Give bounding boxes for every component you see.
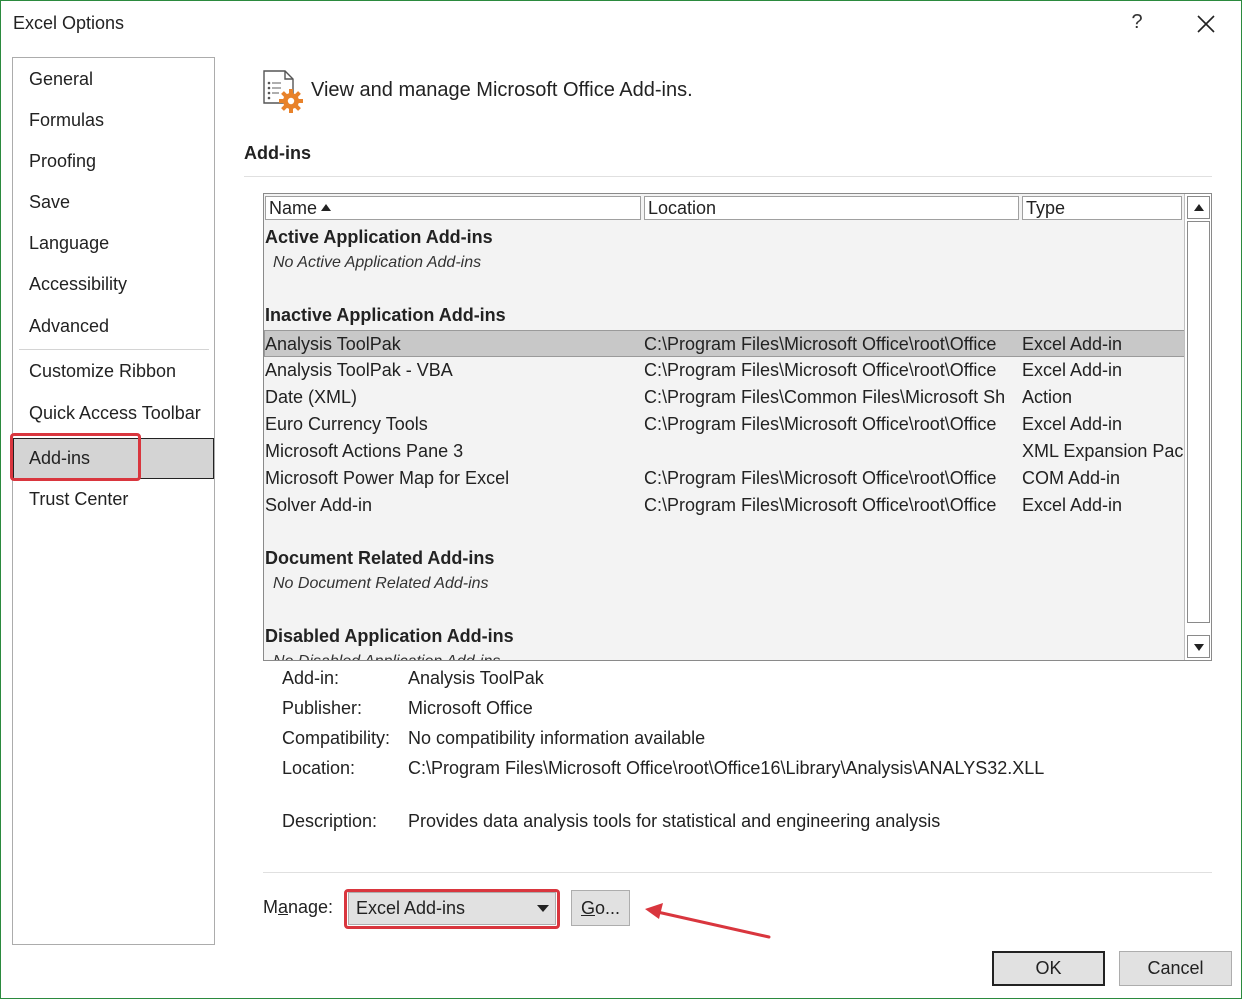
row-name: Microsoft Actions Pane 3 xyxy=(265,441,464,461)
sidebar-item-general[interactable]: General xyxy=(13,59,214,99)
scroll-thumb[interactable] xyxy=(1187,221,1210,623)
sidebar-item-language[interactable]: Language xyxy=(13,223,214,263)
table-row[interactable]: Solver Add-in C:\Program Files\Microsoft… xyxy=(264,492,1185,519)
group-title-active: Active Application Add-ins xyxy=(265,227,493,247)
row-type: Action xyxy=(1022,387,1073,407)
close-icon[interactable] xyxy=(1191,9,1221,39)
sidebar-item-trust-center[interactable]: Trust Center xyxy=(13,479,214,519)
sidebar-item-save[interactable]: Save xyxy=(13,182,214,222)
row-name: Microsoft Power Map for Excel xyxy=(265,468,510,488)
sidebar-divider xyxy=(19,349,209,350)
table-row[interactable]: Analysis ToolPak C:\Program Files\Micros… xyxy=(264,330,1185,357)
manage-label-accel: a xyxy=(278,897,289,917)
sidebar-item-quick-access-toolbar[interactable]: Quick Access Toolbar xyxy=(13,393,214,433)
add-ins-list[interactable]: Name Location Type Active Application Ad… xyxy=(263,193,1212,661)
row-name: Analysis ToolPak xyxy=(265,334,401,354)
row-location: C:\Program Files\Common Files\Microsoft … xyxy=(644,387,1006,407)
row-type: Excel Add-in xyxy=(1022,360,1123,380)
manage-label: Manage: xyxy=(263,897,333,918)
scroll-down-button[interactable] xyxy=(1187,635,1210,658)
red-arrow-annotation xyxy=(645,903,771,939)
detail-addin-value: Analysis ToolPak xyxy=(408,668,544,688)
row-name: Date (XML) xyxy=(265,387,358,407)
manage-divider xyxy=(263,872,1212,873)
sidebar-item-advanced[interactable]: Advanced xyxy=(13,306,214,346)
table-row[interactable]: Microsoft Power Map for Excel C:\Program… xyxy=(264,465,1185,492)
detail-compatibility-value: No compatibility information available xyxy=(408,728,706,748)
group-empty-disabled: No Disabled Application Add-ins xyxy=(273,653,500,660)
row-name: Euro Currency Tools xyxy=(265,414,428,434)
group-empty-document: No Document Related Add-ins xyxy=(273,575,489,592)
sidebar: General Formulas Proofing Save Language … xyxy=(12,57,215,945)
detail-publisher-label: Publisher: xyxy=(282,698,363,718)
detail-location-value: C:\Program Files\Microsoft Office\root\O… xyxy=(408,758,1045,778)
sidebar-item-accessibility[interactable]: Accessibility xyxy=(13,264,214,304)
row-type: Excel Add-in xyxy=(1022,334,1123,354)
window-title: Excel Options xyxy=(13,13,125,33)
row-name: Solver Add-in xyxy=(265,495,373,515)
row-location: C:\Program Files\Microsoft Office\root\O… xyxy=(644,360,997,380)
go-button-accel: G xyxy=(580,898,595,918)
row-type: Excel Add-in xyxy=(1022,414,1123,434)
detail-description-value: Provides data analysis tools for statist… xyxy=(408,811,941,831)
excel-options-dialog: Excel Options ? General Formulas Proofin… xyxy=(0,0,1242,999)
dialog-body: General Formulas Proofing Save Language … xyxy=(1,45,1241,998)
detail-addin-label: Add-in: xyxy=(282,668,340,688)
manage-label-post: nage: xyxy=(288,897,334,917)
column-header-location[interactable]: Location xyxy=(644,196,1019,220)
help-button[interactable]: ? xyxy=(1125,11,1149,37)
table-row[interactable]: Analysis ToolPak - VBA C:\Program Files\… xyxy=(264,357,1185,384)
cancel-button[interactable]: Cancel xyxy=(1119,951,1232,986)
column-header-type[interactable]: Type xyxy=(1022,196,1182,220)
chevron-down-icon xyxy=(1194,644,1204,651)
table-row[interactable]: Microsoft Actions Pane 3 XML Expansion P… xyxy=(264,438,1187,465)
sidebar-item-formulas[interactable]: Formulas xyxy=(13,100,214,140)
title-bar: Excel Options ? xyxy=(1,1,1241,45)
row-type: Excel Add-in xyxy=(1022,495,1123,515)
add-ins-highlight xyxy=(10,433,141,481)
table-row[interactable]: Date (XML) C:\Program Files\Common Files… xyxy=(264,384,1185,411)
detail-description-label: Description: xyxy=(282,811,378,831)
scroll-up-button[interactable] xyxy=(1187,196,1210,219)
sidebar-item-proofing[interactable]: Proofing xyxy=(13,141,214,181)
row-type: COM Add-in xyxy=(1022,468,1121,488)
group-title-document: Document Related Add-ins xyxy=(265,548,495,568)
row-location: C:\Program Files\Microsoft Office\root\O… xyxy=(644,468,997,488)
row-name: Analysis ToolPak - VBA xyxy=(265,360,453,380)
group-title-disabled: Disabled Application Add-ins xyxy=(265,626,514,646)
list-scrollbar[interactable] xyxy=(1184,194,1211,660)
group-title-inactive: Inactive Application Add-ins xyxy=(265,305,506,325)
go-button[interactable]: Go... xyxy=(571,890,630,926)
row-type: XML Expansion Pack xyxy=(1022,441,1187,461)
sort-ascending-icon xyxy=(321,204,332,211)
row-location: C:\Program Files\Microsoft Office\root\O… xyxy=(644,414,997,434)
add-ins-gear-icon xyxy=(261,69,307,115)
column-header-name[interactable]: Name xyxy=(265,196,641,220)
column-header-name-label: Name xyxy=(269,198,318,218)
detail-location-label: Location: xyxy=(282,758,356,778)
section-title: Add-ins xyxy=(244,143,311,163)
section-divider xyxy=(244,176,1212,177)
row-location: C:\Program Files\Microsoft Office\root\O… xyxy=(644,334,997,354)
row-location: C:\Program Files\Microsoft Office\root\O… xyxy=(644,495,997,515)
ok-button[interactable]: OK xyxy=(992,951,1105,986)
manage-dropdown-highlight xyxy=(344,889,560,929)
go-button-rest: o... xyxy=(595,898,621,918)
manage-label-pre: M xyxy=(263,897,278,917)
group-empty-active: No Active Application Add-ins xyxy=(273,254,482,271)
chevron-up-icon xyxy=(1194,204,1204,211)
sidebar-item-customize-ribbon[interactable]: Customize Ribbon xyxy=(13,351,214,391)
detail-publisher-value: Microsoft Office xyxy=(408,698,533,718)
page-header: View and manage Microsoft Office Add-ins… xyxy=(311,79,693,101)
table-row[interactable]: Euro Currency Tools C:\Program Files\Mic… xyxy=(264,411,1185,438)
detail-compatibility-label: Compatibility: xyxy=(282,728,391,748)
